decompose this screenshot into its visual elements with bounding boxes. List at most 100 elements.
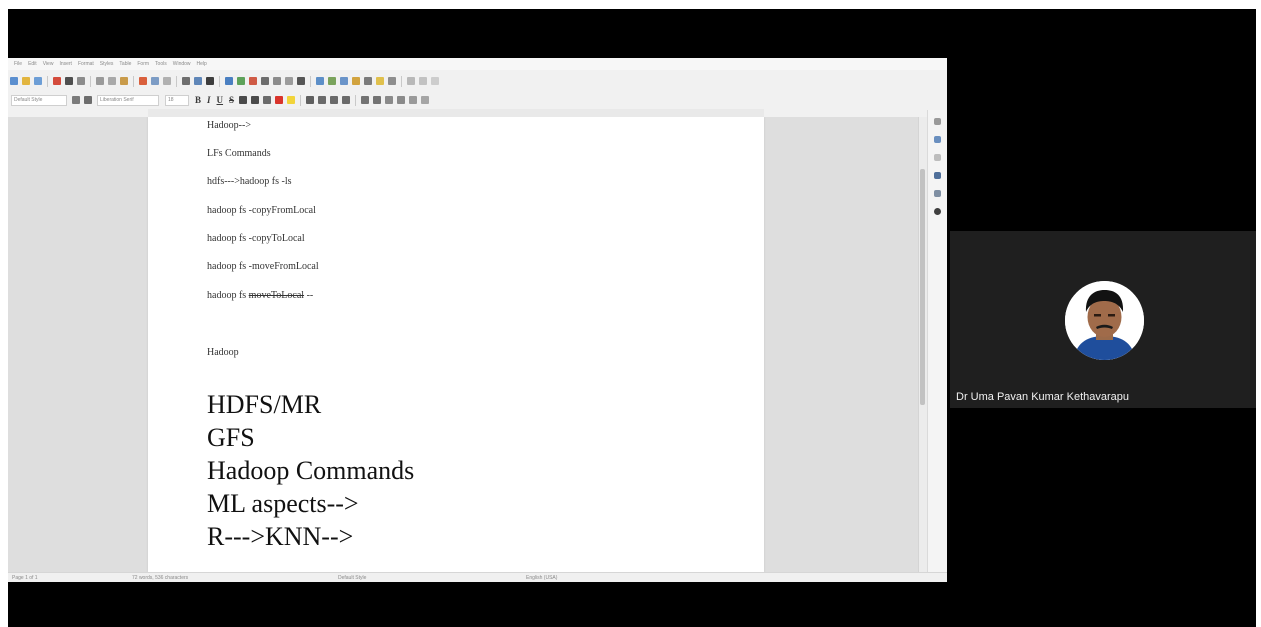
- cross-reference-icon[interactable]: [364, 77, 372, 85]
- highlight-color-icon[interactable]: [287, 96, 296, 104]
- doc-line: hadoop fs -moveFromLocal: [207, 261, 319, 272]
- menu-insert[interactable]: Insert: [59, 61, 72, 67]
- scrollbar-thumb[interactable]: [920, 169, 925, 405]
- status-page[interactable]: Page 1 of 1: [12, 575, 38, 581]
- paragraph-style-select[interactable]: Default Style: [11, 94, 67, 106]
- doc-line: Hadoop-->: [207, 120, 251, 131]
- styles-icon[interactable]: [934, 172, 941, 179]
- bookmark-icon[interactable]: [352, 77, 360, 85]
- font-color-icon[interactable]: [275, 96, 284, 104]
- participant-video-tile[interactable]: Dr Uma Pavan Kumar Kethavarapu: [950, 231, 1256, 408]
- vertical-scrollbar[interactable]: [918, 117, 927, 572]
- toolbar-separator: [133, 75, 134, 87]
- status-bar: Page 1 of 1 72 words, 536 characters Def…: [8, 572, 947, 582]
- export-pdf-icon[interactable]: [53, 77, 61, 85]
- line-spacing-icon[interactable]: [409, 96, 418, 104]
- toolbar-separator: [355, 94, 357, 106]
- redo-icon[interactable]: [163, 77, 171, 85]
- doc-line: hdfs--->hadoop fs -ls: [207, 176, 292, 187]
- underline-button[interactable]: U: [217, 95, 224, 105]
- standard-toolbar: [8, 72, 947, 90]
- clear-formatting-icon[interactable]: [263, 96, 272, 104]
- gallery-icon[interactable]: [934, 190, 941, 197]
- find-replace-icon[interactable]: [182, 77, 190, 85]
- superscript-icon[interactable]: [239, 96, 248, 104]
- menu-styles[interactable]: Styles: [100, 61, 114, 67]
- menu-table[interactable]: Table: [119, 61, 131, 67]
- menu-file[interactable]: File: [14, 61, 22, 67]
- align-left-icon[interactable]: [306, 96, 315, 104]
- sidebar-menu-icon[interactable]: [934, 118, 941, 125]
- page-break-icon[interactable]: [273, 77, 281, 85]
- draw-functions-icon[interactable]: [431, 77, 439, 85]
- horizontal-ruler[interactable]: [148, 109, 764, 117]
- open-folder-icon[interactable]: [22, 77, 30, 85]
- align-right-icon[interactable]: [330, 96, 339, 104]
- insert-field-icon[interactable]: [285, 77, 293, 85]
- paragraph-spacing-icon[interactable]: [421, 96, 430, 104]
- spelling-icon[interactable]: [194, 77, 202, 85]
- font-size-select[interactable]: 18: [165, 94, 189, 106]
- insert-image-icon[interactable]: [237, 77, 245, 85]
- menu-bar: File Edit View Insert Format Styles Tabl…: [8, 58, 947, 70]
- print-preview-icon[interactable]: [77, 77, 85, 85]
- menu-form[interactable]: Form: [137, 61, 149, 67]
- justify-icon[interactable]: [342, 96, 351, 104]
- doc-line-suffix: --: [304, 290, 314, 301]
- toolbar-separator: [401, 75, 402, 87]
- footnote-icon[interactable]: [328, 77, 336, 85]
- insert-chart-icon[interactable]: [249, 77, 257, 85]
- menu-edit[interactable]: Edit: [28, 61, 37, 67]
- copy-icon[interactable]: [108, 77, 116, 85]
- align-center-icon[interactable]: [318, 96, 327, 104]
- decrease-indent-icon[interactable]: [397, 96, 406, 104]
- participant-avatar: [1065, 281, 1144, 360]
- bullet-list-icon[interactable]: [361, 96, 370, 104]
- strikethrough-button[interactable]: S: [229, 95, 234, 105]
- italic-button[interactable]: I: [207, 95, 211, 105]
- track-changes-icon[interactable]: [388, 77, 396, 85]
- insert-textbox-icon[interactable]: [261, 77, 269, 85]
- numbered-list-icon[interactable]: [373, 96, 382, 104]
- endnote-icon[interactable]: [340, 77, 348, 85]
- properties-icon[interactable]: [934, 136, 941, 143]
- doc-heading-line: GFS: [207, 423, 255, 452]
- menu-tools[interactable]: Tools: [155, 61, 167, 67]
- comment-icon[interactable]: [376, 77, 384, 85]
- participant-name: Dr Uma Pavan Kumar Kethavarapu: [956, 391, 1130, 403]
- hyperlink-icon[interactable]: [316, 77, 324, 85]
- font-name-select[interactable]: Liberation Serif: [97, 94, 159, 106]
- status-language[interactable]: English (USA): [526, 575, 557, 581]
- menu-format[interactable]: Format: [78, 61, 94, 67]
- doc-line-strikethrough: hadoop fs moveToLocal --: [207, 290, 313, 301]
- increase-indent-icon[interactable]: [385, 96, 394, 104]
- print-icon[interactable]: [65, 77, 73, 85]
- new-document-icon[interactable]: [10, 77, 18, 85]
- undo-icon[interactable]: [151, 77, 159, 85]
- doc-line: LFs Commands: [207, 148, 271, 159]
- clone-formatting-icon[interactable]: [139, 77, 147, 85]
- status-page-style[interactable]: Default Style: [338, 575, 366, 581]
- menu-view[interactable]: View: [43, 61, 54, 67]
- cut-icon[interactable]: [96, 77, 104, 85]
- sidebar-deck: [927, 110, 947, 572]
- new-style-icon[interactable]: [84, 96, 92, 104]
- paste-icon[interactable]: [120, 77, 128, 85]
- toolbar-separator: [176, 75, 177, 87]
- subscript-icon[interactable]: [251, 96, 260, 104]
- document-page[interactable]: Hadoop--> LFs Commands hdfs--->hadoop fs…: [148, 117, 764, 572]
- page-icon[interactable]: [934, 154, 941, 161]
- insert-table-icon[interactable]: [225, 77, 233, 85]
- special-character-icon[interactable]: [297, 77, 305, 85]
- bold-button[interactable]: B: [195, 95, 201, 105]
- update-style-icon[interactable]: [72, 96, 80, 104]
- basic-shapes-icon[interactable]: [419, 77, 427, 85]
- formatting-marks-icon[interactable]: [206, 77, 214, 85]
- menu-help[interactable]: Help: [197, 61, 207, 67]
- navigator-icon[interactable]: [934, 208, 941, 215]
- doc-line: hadoop fs -copyToLocal: [207, 233, 305, 244]
- status-word-count[interactable]: 72 words, 536 characters: [132, 575, 188, 581]
- insert-line-icon[interactable]: [407, 77, 415, 85]
- menu-window[interactable]: Window: [173, 61, 191, 67]
- save-icon[interactable]: [34, 77, 42, 85]
